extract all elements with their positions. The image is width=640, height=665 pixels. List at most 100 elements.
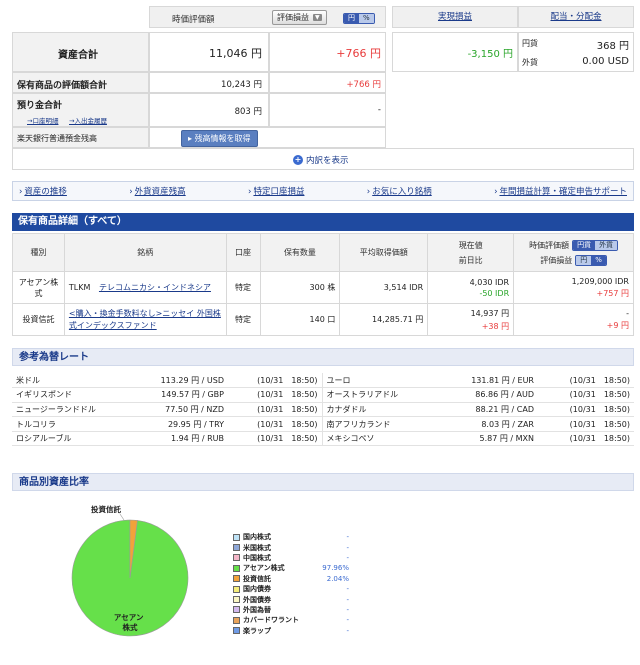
pie-label-asean-line2: 株式 (123, 622, 138, 632)
th-avg: 平均取得価額 (339, 233, 429, 272)
realized-pl-link[interactable]: 実現損益 (438, 12, 472, 22)
row-eval-cell: 1,209,000 IDR +757 円 (513, 271, 634, 304)
row-account: 特定 (225, 271, 261, 304)
fx-currency-name: オーストラリアドル (321, 387, 450, 403)
fx-currency-name: ユーロ (321, 373, 450, 389)
unit-toggle[interactable]: 円 % (343, 13, 375, 24)
fx-rate: 29.95 円 / TRY (108, 416, 228, 432)
link-tax-support[interactable]: › 年間損益計算・確定申告サポート (494, 185, 627, 197)
holdings-value: 10,243 円 (221, 80, 262, 90)
fx-rate: 5.87 円 / MXN (450, 431, 538, 447)
legend-item: 投資信託 2.04% (233, 574, 349, 584)
row-ticker: TLKM (68, 283, 91, 292)
plus-circle-icon: + (293, 155, 303, 165)
fx-time: (10/31 18:50) (538, 431, 634, 447)
fx-currency-name: ニュージーランドドル (12, 402, 108, 418)
link-specific-account-pl[interactable]: › 特定口座損益 (248, 185, 304, 197)
pie-label-asean-line1: アセアン (114, 613, 144, 622)
legend-pct: - (346, 553, 349, 562)
legend-item: 外国為替 - (233, 605, 349, 615)
holdings-header-row: 種別 銘柄 口座 保有数量 平均取得価額 現在値 前日比 時価評価額 円貨 外貨… (12, 233, 634, 272)
fx-time: (10/31 18:50) (228, 373, 322, 389)
legend-pct: - (346, 626, 349, 635)
legend-swatch (233, 627, 240, 635)
row-type: 投資信託 (12, 303, 65, 336)
legend-swatch (233, 606, 240, 614)
row-name-link[interactable]: <購入・換金手数料なし>ニッセイ 外国株式インデックスファンド (69, 309, 221, 330)
div-jpy-value: 368 円 (596, 41, 629, 52)
deposit-history-link[interactable]: →入出金履歴 (69, 115, 107, 125)
link-fx-assets[interactable]: › 外貨資産残高 (129, 185, 185, 197)
fx-section-title: 参考為替レート (12, 348, 634, 366)
fx-time: (10/31 18:50) (228, 431, 322, 447)
account-detail-link[interactable]: →口座明細 (27, 115, 58, 125)
table-row: アセアン株式 TLKM テレコムニカシ・インドネシア 特定 300 株 3,51… (12, 271, 634, 304)
show-detail-link[interactable]: + 内訳を表示 (293, 154, 349, 166)
currency-toggle-fx[interactable]: 外貨 (595, 240, 618, 250)
legend-item: 楽ラップ - (233, 626, 349, 636)
ratio-section-title: 商品別資産比率 (12, 473, 634, 491)
fx-currency-name: トルコリラ (12, 416, 108, 432)
th-eval: 時価評価額 円貨 外貨 評価損益 円 % (513, 233, 634, 272)
row-eval-cell: - +9 円 (513, 303, 634, 336)
chevron-right-icon: › (494, 187, 498, 197)
asset-summary: 時価評価額 評価損益 ▼ 円 % 実現損益 配当・分配金 資産合計 11,046… (12, 6, 634, 173)
th-price: 現在値 前日比 (427, 233, 515, 272)
th-price-line2: 前日比 (458, 255, 483, 265)
fx-row: ニュージーランドドル 77.50 円 / NZD (10/31 18:50) カナダド… (12, 402, 634, 418)
holdings-label: 保有商品の評価額合計 (17, 81, 108, 91)
pie-label-fund: 投資信託 (91, 504, 121, 514)
show-detail-label: 内訳を表示 (306, 156, 349, 166)
legend-pct: 2.04% (326, 574, 349, 583)
currency-toggle-jpy[interactable]: 円貨 (573, 240, 596, 250)
pl-type-select[interactable]: 評価損益 ▼ (272, 10, 327, 25)
get-balance-button[interactable]: ▸ 残高情報を取得 (181, 130, 258, 147)
legend-name: 米国株式 (243, 543, 271, 552)
pl-unit-toggle-yen[interactable]: 円 (576, 255, 592, 265)
fx-currency-name: 米ドル (12, 373, 108, 389)
row-qty: 300 株 (259, 271, 341, 304)
currency-toggle[interactable]: 円貨 外貨 (572, 239, 619, 251)
row-name-cell: TLKM テレコムニカシ・インドネシア (63, 271, 227, 304)
link-asset-history[interactable]: › 資産の推移 (19, 185, 67, 197)
fx-time: (10/31 18:50) (538, 387, 634, 403)
dividend-link[interactable]: 配当・分配金 (550, 12, 601, 22)
row-eval: 1,209,000 IDR (571, 276, 629, 286)
legend-name: 楽ラップ (243, 626, 271, 635)
th-name: 銘柄 (63, 233, 227, 272)
link-favorites-label: お気に入り銘柄 (372, 187, 432, 197)
pl-unit-toggle[interactable]: 円 % (575, 254, 607, 266)
legend-pct: - (346, 605, 349, 614)
link-favorites[interactable]: › お気に入り銘柄 (367, 185, 432, 197)
legend-pct: - (346, 585, 349, 594)
summary-header-haito: 配当・分配金 (518, 6, 634, 28)
chevron-down-icon: ▼ (313, 14, 322, 21)
holdings-section-title: 保有商品詳細（すべて） (12, 213, 634, 231)
row-eval: - (626, 308, 629, 318)
row-type: アセアン株式 (12, 271, 65, 304)
row-pl: +757 円 (596, 288, 629, 298)
legend-name: アセアン株式 (243, 564, 285, 573)
legend-pct: 97.96% (322, 564, 349, 573)
fx-rate: 1.94 円 / RUB (108, 431, 228, 447)
unit-toggle-percent[interactable]: % (359, 14, 374, 23)
asset-pie-chart: アセアン 株式 投資信託 (71, 504, 189, 637)
fx-time: (10/31 18:50) (228, 387, 322, 403)
unit-toggle-yen[interactable]: 円 (344, 14, 359, 23)
row-account: 特定 (225, 303, 261, 336)
holdings-pl: +766 円 (346, 80, 381, 90)
fx-currency-name: カナダドル (321, 402, 450, 418)
th-price-line1: 現在値 (458, 240, 483, 250)
holdings-pl-cell: +766 円 (269, 72, 386, 93)
legend-pct: - (346, 616, 349, 625)
row-name-link[interactable]: テレコムニカシ・インドネシア (99, 283, 211, 292)
fx-rate: 88.21 円 / CAD (450, 402, 538, 418)
fx-time: (10/31 18:50) (538, 373, 634, 389)
legend-item: アセアン株式 97.96% (233, 563, 349, 573)
legend-name: 国内株式 (243, 533, 271, 542)
row-avg: 14,285.71 円 (339, 303, 429, 336)
realized-cell: -3,150 円 (392, 32, 518, 72)
pl-unit-toggle-percent[interactable]: % (591, 255, 606, 265)
fx-time: (10/31 18:50) (538, 402, 634, 418)
row-name-cell: <購入・換金手数料なし>ニッセイ 外国株式インデックスファンド (63, 303, 227, 336)
